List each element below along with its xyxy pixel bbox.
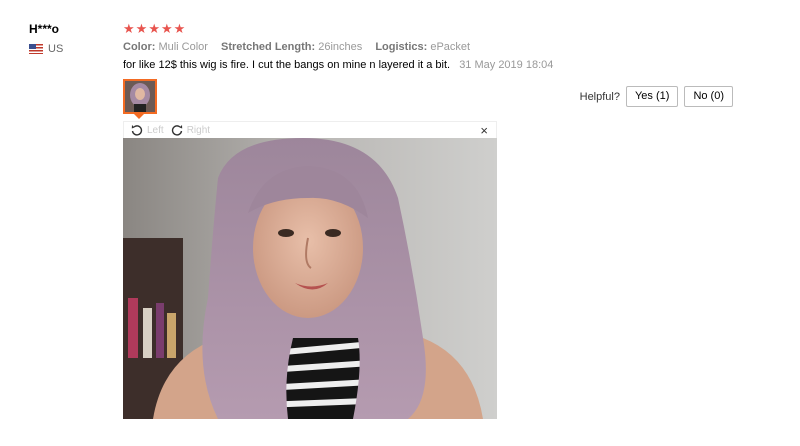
thumbnail-pointer bbox=[134, 114, 144, 119]
star-icon: ★ bbox=[173, 21, 186, 36]
review-date: 31 May 2019 18:04 bbox=[459, 59, 554, 71]
reviewer-name: H***o bbox=[29, 22, 60, 36]
helpful-vote: Helpful? Yes (1) No (0) bbox=[580, 86, 733, 107]
attr-color: Color: Muli Color bbox=[123, 41, 208, 53]
us-flag-icon bbox=[29, 44, 43, 54]
reviewer-country: US bbox=[29, 43, 63, 55]
reviewer-info: H***o US bbox=[29, 22, 63, 55]
rotate-left-icon bbox=[131, 125, 143, 136]
star-icon: ★ bbox=[160, 21, 173, 36]
rotate-right-label: Right bbox=[186, 124, 211, 136]
country-code: US bbox=[48, 43, 64, 55]
rotate-right-icon bbox=[171, 125, 182, 136]
helpful-no-button[interactable]: No (0) bbox=[684, 86, 733, 107]
viewer-toolbar: Left Right × bbox=[123, 121, 497, 138]
feedback-content: for like 12$ this wig is fire. I cut the… bbox=[123, 59, 451, 71]
rotate-left-button[interactable]: Left bbox=[131, 124, 164, 136]
rotate-left-label: Left bbox=[147, 124, 164, 136]
review-text: for like 12$ this wig is fire. I cut the… bbox=[123, 59, 783, 71]
review-photo-thumbnail[interactable] bbox=[123, 79, 157, 114]
photo-viewer: Left Right × bbox=[123, 121, 497, 419]
review-photo bbox=[123, 138, 497, 419]
close-icon[interactable]: × bbox=[480, 123, 488, 138]
star-icon: ★ bbox=[148, 21, 160, 36]
star-rating: ★ ★ ★ ★ ★ bbox=[123, 22, 783, 36]
rotate-right-button[interactable]: Right bbox=[171, 124, 210, 136]
star-icon: ★ bbox=[135, 21, 148, 36]
helpful-yes-button[interactable]: Yes (1) bbox=[625, 86, 679, 107]
review-body: ★ ★ ★ ★ ★ Color: Muli Color Stretched Le… bbox=[123, 22, 783, 72]
product-attributes: Color: Muli Color Stretched Length: 26in… bbox=[123, 41, 783, 53]
helpful-label: Helpful? bbox=[579, 90, 620, 103]
attr-length: Stretched Length: 26inches bbox=[221, 41, 363, 53]
attr-logistics: Logistics: ePacket bbox=[375, 41, 471, 53]
star-icon: ★ bbox=[123, 21, 135, 36]
